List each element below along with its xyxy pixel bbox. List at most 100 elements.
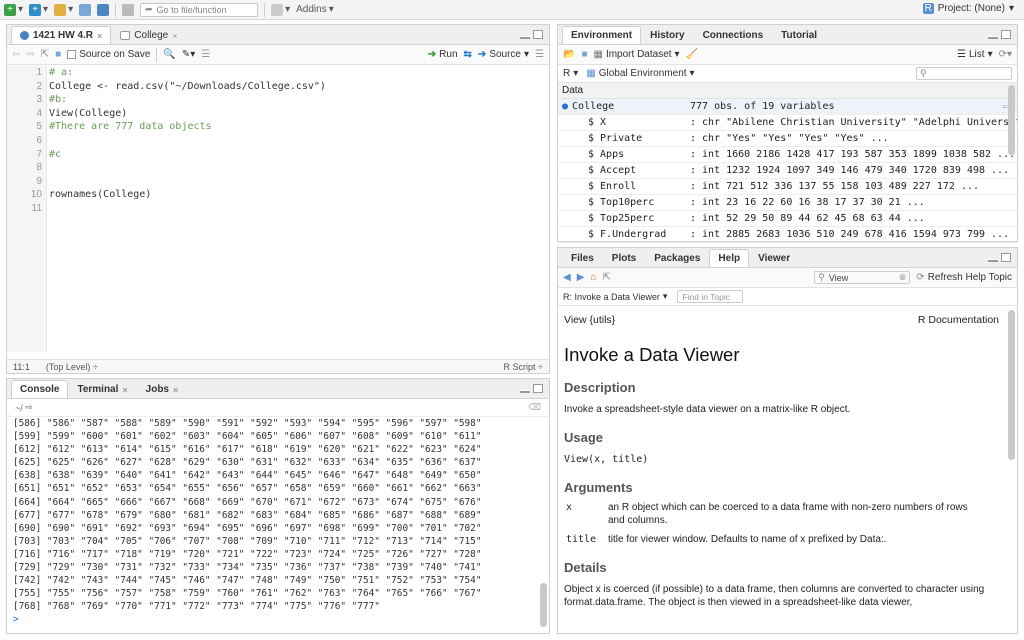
goto-file-input[interactable]: ➦ Go to file/function bbox=[140, 2, 259, 17]
run-button[interactable]: ➔ Run bbox=[428, 49, 458, 60]
separator bbox=[115, 2, 117, 17]
tab-console[interactable]: Console bbox=[11, 380, 69, 398]
code-line[interactable]: rownames(College) bbox=[49, 188, 549, 202]
run-arrow-icon: ➔ bbox=[427, 49, 437, 60]
show-in-window-icon[interactable]: ⇱ bbox=[41, 49, 49, 60]
language-selector[interactable]: R ▾ bbox=[563, 68, 578, 79]
clear-icon[interactable]: ⊗ bbox=[899, 272, 907, 283]
clear-workspace-icon[interactable]: 🧹 bbox=[686, 49, 698, 60]
code-line[interactable] bbox=[49, 175, 549, 189]
document-outline-icon[interactable]: ☰ bbox=[535, 49, 544, 60]
code-line[interactable]: #c bbox=[49, 148, 549, 162]
scope-selector[interactable]: (Top Level) ÷ bbox=[46, 362, 98, 372]
open-file-button[interactable]: ▾ bbox=[54, 3, 73, 16]
close-icon[interactable]: × bbox=[122, 385, 127, 395]
code-line[interactable] bbox=[49, 202, 549, 216]
clear-console-icon[interactable]: ⌫ bbox=[528, 402, 541, 413]
console-scrollbar[interactable] bbox=[540, 419, 547, 631]
env-variable-row[interactable]: $ Accept: int 1232 1924 1097 349 146 479… bbox=[558, 163, 1017, 179]
new-project-button[interactable]: + ▾ bbox=[29, 3, 48, 16]
addins-menu[interactable]: Addins ▾ bbox=[296, 4, 334, 15]
popout-icon[interactable]: ⇱ bbox=[602, 272, 610, 283]
rerun-button[interactable]: ⇆ bbox=[464, 49, 472, 60]
env-variable-row[interactable]: $ Enroll: int 721 512 336 137 55 158 103… bbox=[558, 179, 1017, 195]
code-lines[interactable]: # a: College <- read.csv("~/Downloads/Col… bbox=[49, 66, 549, 216]
code-line[interactable] bbox=[49, 161, 549, 175]
view-mode-menu[interactable]: ☰ List ▾ bbox=[957, 49, 993, 60]
find-in-topic-input[interactable]: Find in Topic bbox=[677, 290, 744, 303]
file-type-selector[interactable]: R Script ÷ bbox=[504, 362, 543, 372]
help-scrollbar[interactable] bbox=[1008, 306, 1015, 629]
line-number: 8 bbox=[36, 162, 42, 174]
code-line[interactable]: # a: bbox=[49, 66, 549, 80]
tab-hw-script[interactable]: 1421 HW 4.R × bbox=[11, 26, 112, 44]
env-variable-row[interactable]: $ X: chr "Abilene Christian University" … bbox=[558, 115, 1017, 131]
tab-packages[interactable]: Packages bbox=[645, 249, 709, 267]
tab-help[interactable]: Help bbox=[709, 249, 750, 267]
tab-college[interactable]: College × bbox=[111, 26, 186, 44]
source-on-save-checkbox[interactable]: Source on Save bbox=[67, 49, 150, 60]
code-line[interactable]: #b: bbox=[49, 93, 549, 107]
expand-icon[interactable]: ● bbox=[562, 99, 568, 114]
load-workspace-icon[interactable]: 📂 bbox=[563, 49, 575, 60]
forward-icon[interactable]: ▶ bbox=[577, 272, 585, 283]
line-number: 2 bbox=[36, 80, 42, 92]
tab-tutorial[interactable]: Tutorial bbox=[772, 26, 826, 44]
forward-icon[interactable]: ⇨ bbox=[26, 49, 34, 60]
console-prompt[interactable]: > bbox=[7, 613, 537, 626]
back-icon[interactable]: ⇦ bbox=[12, 49, 20, 60]
home-icon[interactable]: ⌂ bbox=[590, 272, 596, 283]
help-search-input[interactable]: ⚲ View ⊗ bbox=[814, 271, 911, 284]
pane-window-controls[interactable] bbox=[520, 384, 543, 393]
env-object-row[interactable]: ● College 777 obs. of 19 variables ▭ bbox=[558, 99, 1017, 115]
project-menu[interactable]: R Project: (None) ▾ bbox=[922, 3, 1014, 14]
layout-button[interactable]: ▾ bbox=[271, 3, 290, 16]
tab-history[interactable]: History bbox=[641, 26, 693, 44]
env-variable-row[interactable]: $ Top10perc: int 23 16 22 60 16 38 17 37… bbox=[558, 195, 1017, 211]
print-button[interactable] bbox=[122, 3, 135, 16]
env-variable-row[interactable]: $ F.Undergrad: int 2885 2683 1036 510 24… bbox=[558, 227, 1017, 243]
refresh-icon[interactable]: ⟳▾ bbox=[999, 49, 1012, 60]
go-to-directory-icon[interactable]: ⇨ bbox=[25, 402, 33, 413]
close-icon[interactable]: × bbox=[172, 31, 177, 41]
new-file-button[interactable]: + ▾ bbox=[4, 3, 23, 16]
pane-window-controls[interactable] bbox=[520, 30, 543, 39]
pane-window-controls[interactable] bbox=[988, 30, 1011, 39]
source-button[interactable]: ➔ Source ▾ bbox=[478, 49, 529, 60]
import-dataset-button[interactable]: ▦ Import Dataset ▾ bbox=[594, 49, 680, 60]
back-icon[interactable]: ◀ bbox=[563, 272, 571, 283]
save-workspace-icon[interactable]: ■ bbox=[581, 49, 587, 60]
save-all-button[interactable] bbox=[97, 3, 110, 16]
code-line[interactable]: #There are 777 data objects bbox=[49, 120, 549, 134]
code-line[interactable]: College <- read.csv("~/Downloads/College… bbox=[49, 80, 549, 94]
tab-plots[interactable]: Plots bbox=[603, 249, 645, 267]
close-icon[interactable]: × bbox=[97, 31, 102, 41]
code-line[interactable]: View(College) bbox=[49, 107, 549, 121]
env-variable-row[interactable]: $ Apps: int 1660 2186 1428 417 193 587 3… bbox=[558, 147, 1017, 163]
tab-connections[interactable]: Connections bbox=[694, 26, 773, 44]
outline-icon[interactable]: ☰ bbox=[201, 49, 210, 60]
save-button[interactable] bbox=[79, 3, 92, 16]
environment-scrollbar[interactable] bbox=[1008, 83, 1015, 183]
pane-window-controls[interactable] bbox=[988, 253, 1011, 262]
grid-icon bbox=[271, 3, 284, 16]
console-pane: Console Terminal × Jobs × ~/ ⇨ ⌫ [586] "586… bbox=[6, 378, 550, 634]
environment-selector[interactable]: ▦ Global Environment ▾ bbox=[586, 68, 694, 79]
refresh-help-button[interactable]: ⟳ Refresh Help Topic bbox=[916, 272, 1012, 283]
tab-jobs[interactable]: Jobs × bbox=[137, 380, 188, 398]
close-icon[interactable]: × bbox=[173, 385, 178, 395]
console-output[interactable]: [586] "586" "587" "588" "589" "590" "591… bbox=[7, 417, 537, 633]
search-icon[interactable]: 🔍 bbox=[163, 49, 175, 60]
env-variable-row[interactable]: $ Top25perc: int 52 29 50 89 44 62 45 68… bbox=[558, 211, 1017, 227]
tab-files[interactable]: Files bbox=[562, 249, 603, 267]
code-area[interactable]: 1 2 3 4 5 6 7 8 9 10 11 # a: College <- read.csv("~… bbox=[7, 66, 549, 352]
env-variable-row[interactable]: $ Private: chr "Yes" "Yes" "Yes" "Yes" .… bbox=[558, 131, 1017, 147]
code-tools-icon[interactable]: ✎▾ bbox=[182, 49, 195, 60]
tab-viewer[interactable]: Viewer bbox=[749, 249, 799, 267]
save-icon[interactable]: ■ bbox=[55, 49, 61, 60]
tab-environment[interactable]: Environment bbox=[562, 26, 642, 44]
code-line[interactable] bbox=[49, 134, 549, 148]
topic-history-menu[interactable]: R: Invoke a Data Viewer ▾ bbox=[563, 291, 667, 302]
environment-search-input[interactable]: ⚲ bbox=[916, 67, 1012, 80]
tab-terminal[interactable]: Terminal × bbox=[68, 380, 136, 398]
